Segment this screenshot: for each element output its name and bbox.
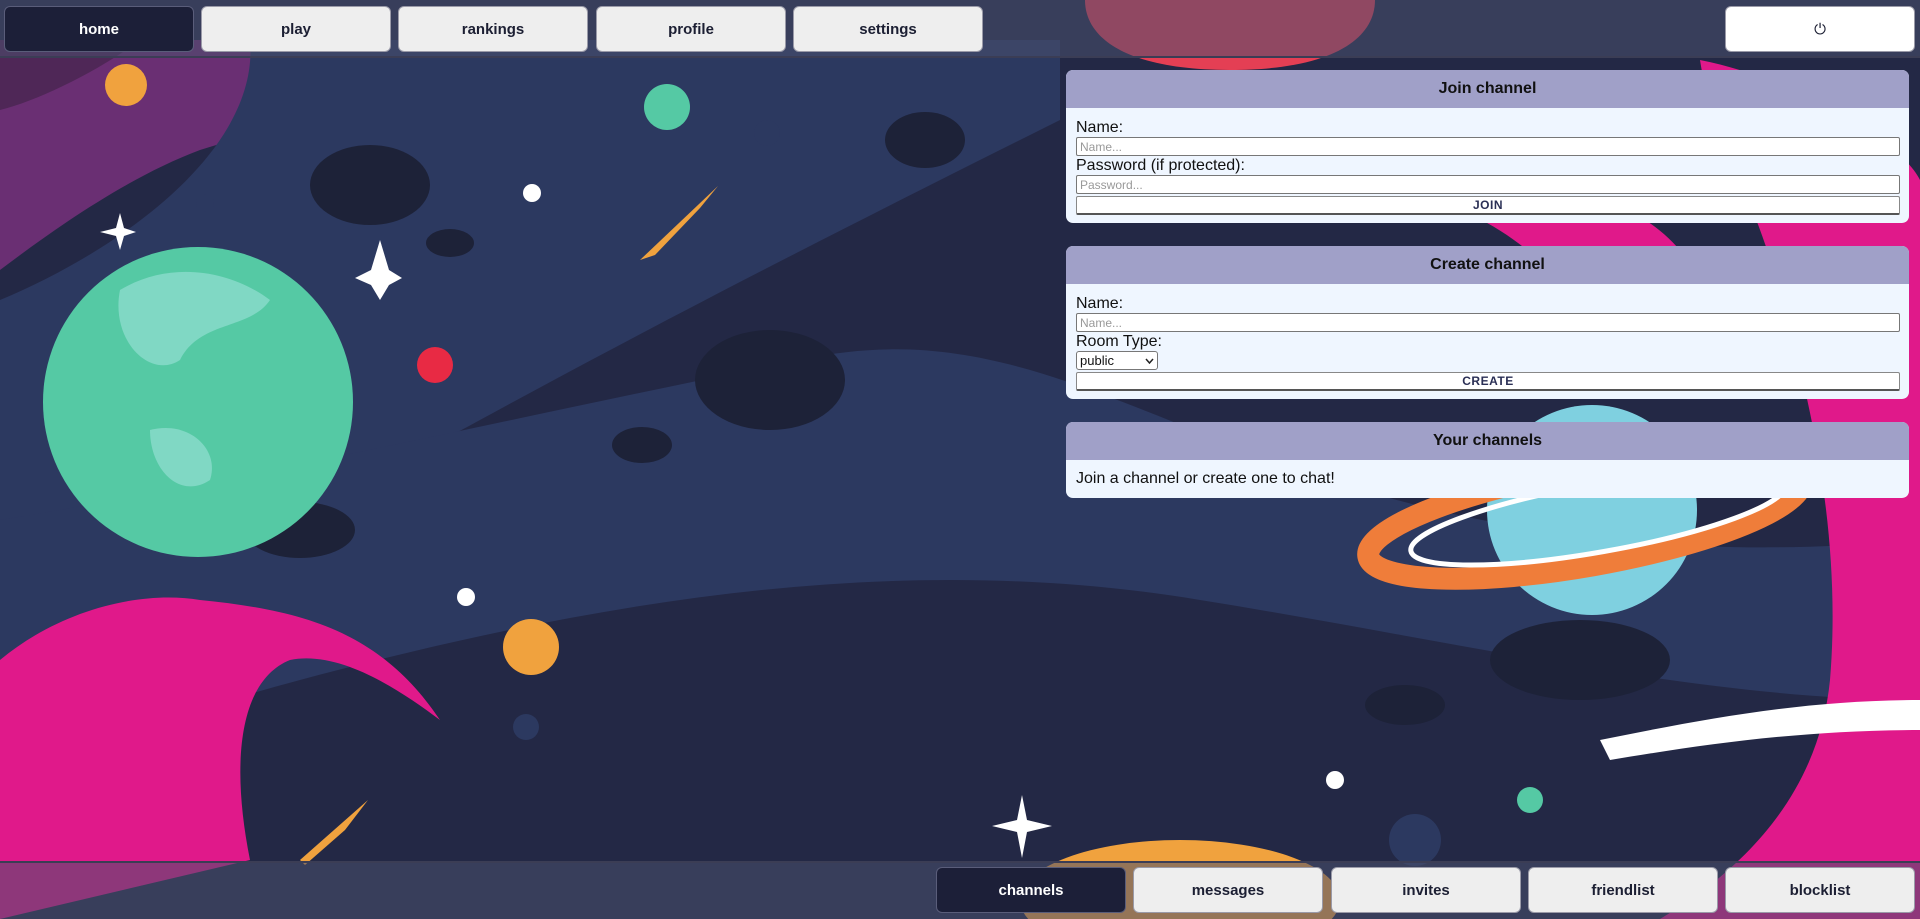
your-channels-panel: Your channels Join a channel or create o… <box>1066 422 1909 498</box>
tab-invites[interactable]: invites <box>1331 867 1521 913</box>
chevron-down-icon <box>1145 358 1154 364</box>
room-type-value: public <box>1080 353 1114 368</box>
join-password-label: Password (if protected): <box>1076 157 1245 174</box>
nav-profile-button[interactable]: profile <box>596 6 786 52</box>
tab-blocklist[interactable]: blocklist <box>1725 867 1915 913</box>
create-name-input[interactable] <box>1076 313 1900 332</box>
your-channels-title: Your channels <box>1066 422 1909 460</box>
room-type-select[interactable]: public <box>1076 351 1158 370</box>
room-type-label: Room Type: <box>1076 333 1162 350</box>
top-nav-bar: home play rankings profile settings ⏻ <box>0 0 1920 58</box>
power-icon: ⏻ <box>1814 20 1826 38</box>
nav-rankings-button[interactable]: rankings <box>398 6 588 52</box>
create-button[interactable]: CREATE <box>1076 372 1900 391</box>
nav-home-button[interactable]: home <box>4 6 194 52</box>
nav-play-button[interactable]: play <box>201 6 391 52</box>
tab-friendlist[interactable]: friendlist <box>1528 867 1718 913</box>
create-name-label: Name: <box>1076 295 1124 312</box>
tab-channels[interactable]: channels <box>936 867 1126 913</box>
create-channel-panel: Create channel Name: Room Type: public C… <box>1066 246 1909 399</box>
nav-settings-button[interactable]: settings <box>793 6 983 52</box>
tab-messages[interactable]: messages <box>1133 867 1323 913</box>
channels-empty-message: Join a channel or create one to chat! <box>1076 470 1335 487</box>
join-button[interactable]: JOIN <box>1076 196 1900 215</box>
join-channel-title: Join channel <box>1066 70 1909 108</box>
logout-button[interactable]: ⏻ <box>1725 6 1915 52</box>
bottom-nav-bar: channels messages invites friendlist blo… <box>0 861 1920 919</box>
join-password-input[interactable] <box>1076 175 1900 194</box>
join-name-input[interactable] <box>1076 137 1900 156</box>
create-channel-title: Create channel <box>1066 246 1909 284</box>
join-channel-panel: Join channel Name: Password (if protecte… <box>1066 70 1909 223</box>
join-name-label: Name: <box>1076 119 1124 136</box>
